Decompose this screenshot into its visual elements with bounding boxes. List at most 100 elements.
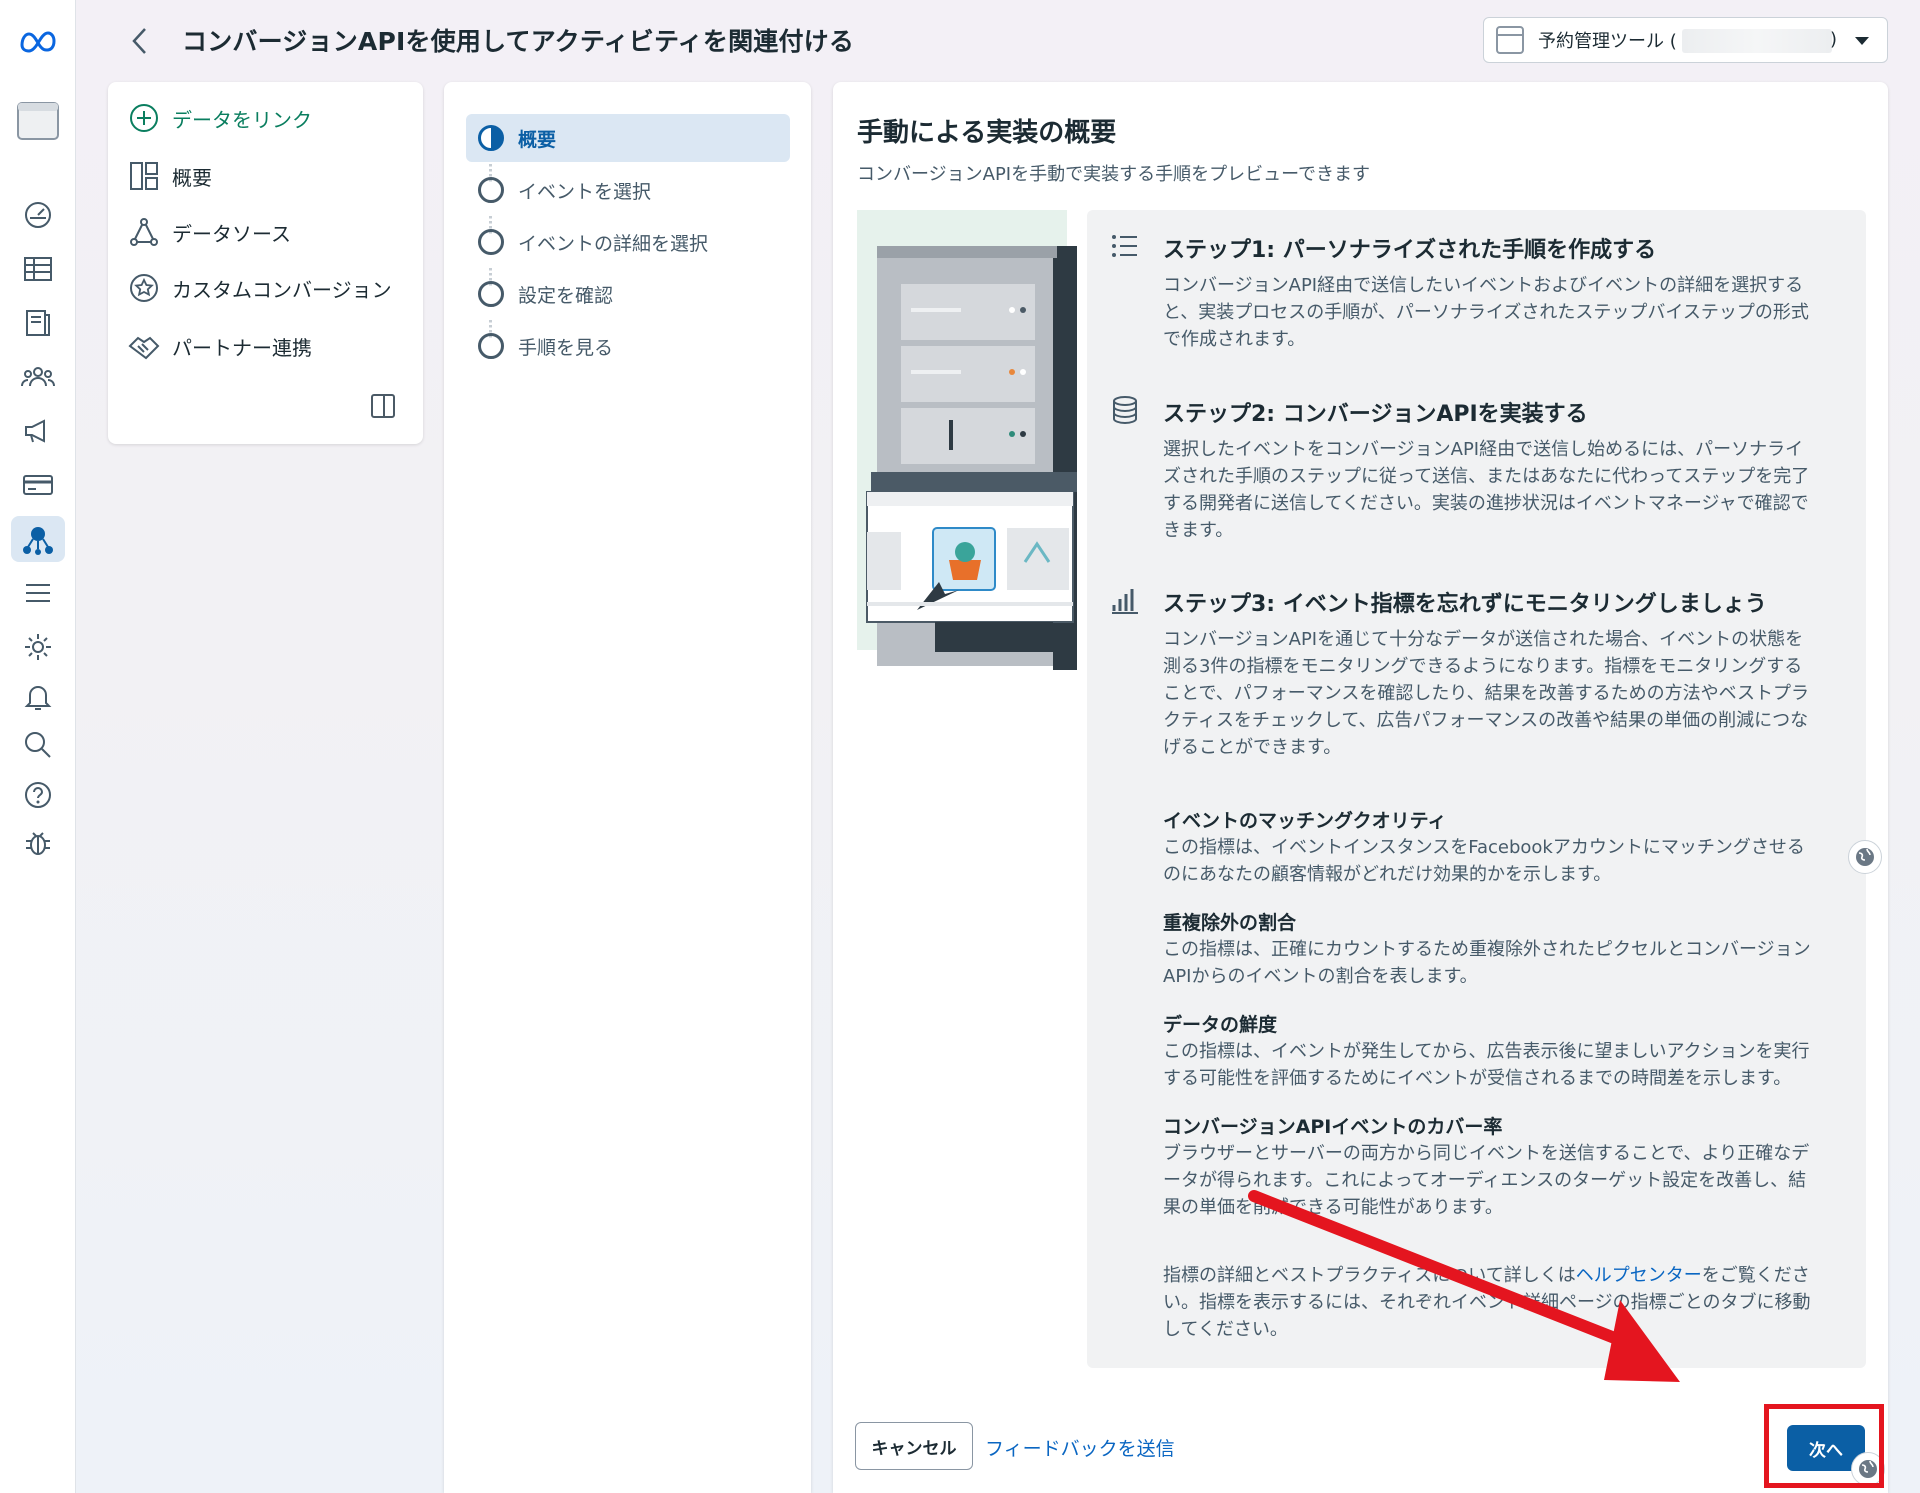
body-line: のにあなたの顧客情報がどれだけ効果的かを示します。 (1163, 864, 1612, 885)
body-line: きます。 (1163, 520, 1234, 541)
body-line: する開発者に送信してください。実装の進捗状況はイベントマネージャで確認で (1163, 493, 1809, 514)
step2-title: ステップ2: コンバージョンAPIを実装する (1163, 402, 1588, 427)
body-line: 選択したイベントをコンバージョンAPI経由で送信し始めるには、パーソナライ (1163, 439, 1804, 460)
metric-body: この指標は、イベントが発生してから、広告表示後に望ましいアクションを実行 する可… (1163, 1038, 1843, 1092)
step3-body: コンバージョンAPIを通じて十分なデータが送信された場合、イベントの状態を 測る… (1163, 626, 1843, 761)
layout-icon (128, 160, 160, 192)
audience-icon[interactable] (11, 354, 65, 400)
help-note-line: 指標の詳細とベストプラクティスについて詳しくはヘルプセンターをご覧くださ (1163, 1262, 1843, 1289)
star-circle-icon (128, 272, 160, 304)
body-line: この指標は、イベントが発生してから、広告表示後に望ましいアクションを実行 (1163, 1041, 1810, 1062)
cancel-button[interactable]: キャンセル (855, 1422, 973, 1470)
account-label: 予約管理ツール ( (1538, 31, 1677, 52)
billing-icon[interactable] (11, 462, 65, 508)
page-title: コンバージョンAPIを使用してアクティビティを関連付ける (182, 27, 855, 56)
network-icon (128, 216, 160, 248)
step-view-instructions[interactable]: 手順を見る (466, 322, 790, 370)
body-line: クティスをチェックして、広告パフォーマンスの改善や結果の単価の削減につな (1163, 710, 1809, 731)
nav-link-data[interactable]: データをリンク (128, 96, 312, 140)
help-center-link[interactable]: ヘルプセンター (1576, 1265, 1702, 1286)
help-note: 指標の詳細とベストプラクティスについて詳しくはヘルプセンターをご覧くださ い。指… (1163, 1262, 1843, 1343)
body-line: げることができます。 (1163, 737, 1342, 758)
account-selector[interactable]: 予約管理ツール ( ) (1483, 17, 1888, 63)
body-line: してください。 (1163, 1319, 1288, 1340)
meta-logo[interactable] (11, 18, 65, 64)
step-overview[interactable]: 概要 (466, 114, 790, 162)
events-manager-icon[interactable] (11, 516, 65, 562)
step-select-event-details[interactable]: イベントの詳細を選択 (466, 218, 790, 266)
highlight-box (1764, 1404, 1884, 1488)
body-line: い。指標を表示するには、それぞれイベント詳細ページの指標ごとのタブに移動 (1163, 1292, 1811, 1313)
wizard-steps: 概要 イベントを選択 イベントの詳細を選択 設定を確認 手順を見る (444, 82, 811, 1493)
bell-icon[interactable] (11, 674, 65, 720)
redacted-account-id (1682, 29, 1832, 53)
half-circle-icon (478, 125, 504, 151)
step-select-events[interactable]: イベントを選択 (466, 166, 790, 214)
nav-custom-conversions[interactable]: カスタムコンバージョン (128, 266, 392, 310)
feedback-link[interactable]: フィードバックを送信 (985, 1434, 1175, 1461)
chevron-down-icon (1855, 37, 1869, 45)
metric-title: コンバージョンAPIイベントのカバー率 (1163, 1116, 1503, 1138)
step2-body: 選択したイベントをコンバージョンAPI経由で送信し始めるには、パーソナライ ズさ… (1163, 436, 1843, 544)
app-window-icon[interactable] (11, 98, 65, 144)
metric-title: データの鮮度 (1163, 1014, 1278, 1036)
pages-icon[interactable] (11, 300, 65, 346)
metric-title: 重複除外の割合 (1163, 912, 1297, 934)
window-icon (1496, 26, 1524, 54)
step1-body: コンバージョンAPI経由で送信したいイベントおよびイベントの詳細を選択する と、… (1163, 272, 1843, 353)
dashboard-icon[interactable] (11, 192, 65, 238)
body-line: 果の単価を削減できる可能性があります。 (1163, 1197, 1503, 1218)
body-line: ータが得られます。これによってオーディエンスのターゲット設定を改善し、結 (1163, 1170, 1807, 1191)
step1-title: ステップ1: パーソナライズされた手順を作成する (1163, 238, 1657, 263)
data-source-nav: データをリンク 概要 データソース カスタムコンバージョン パートナー連携 (108, 82, 423, 444)
metric-body: この指標は、正確にカウントするため重複除外されたピクセルとコンバージョン API… (1163, 936, 1843, 990)
settings-icon[interactable] (11, 624, 65, 670)
globe-icon[interactable] (1848, 840, 1882, 874)
megaphone-icon[interactable] (11, 408, 65, 454)
body-line: コンバージョンAPI経由で送信したいイベントおよびイベントの詳細を選択する (1163, 275, 1804, 296)
list-icon (1112, 235, 1137, 257)
step-review-settings[interactable]: 設定を確認 (466, 270, 790, 318)
section-subtitle: コンバージョンAPIを手動で実装する手順をプレビューできます (857, 164, 1371, 185)
step-label: 設定を確認 (518, 284, 614, 307)
menu-icon[interactable] (11, 570, 65, 616)
step3-title: ステップ3: イベント指標を忘れずにモニタリングしましょう (1163, 592, 1767, 617)
nav-data-sources[interactable]: データソース (128, 210, 291, 254)
circle-icon (478, 229, 504, 255)
circle-icon (478, 281, 504, 307)
nav-partner-label: パートナー連携 (172, 335, 312, 360)
account-paren: ) (1830, 29, 1838, 50)
bug-icon[interactable] (11, 820, 65, 866)
circle-icon (478, 333, 504, 359)
metric-body: この指標は、イベントインスタンスをFacebookアカウントにマッチングさせる … (1163, 834, 1843, 888)
back-button[interactable] (124, 24, 154, 58)
help-icon[interactable] (11, 772, 65, 818)
body-line: APIからのイベントの割合を表します。 (1163, 966, 1478, 987)
table-icon[interactable] (11, 246, 65, 292)
handshake-icon (128, 330, 160, 362)
body-line: と、実装プロセスの手順が、パーソナライズされたステップバイステップの形式 (1163, 302, 1809, 323)
metric-title: イベントのマッチングクオリティ (1163, 810, 1447, 832)
step-label: 手順を見る (518, 336, 614, 359)
nav-partner[interactable]: パートナー連携 (128, 324, 312, 368)
server-illustration (857, 210, 1077, 670)
body-line: 測る3件の指標をモニタリングできるようになります。指標をモニタリングする (1163, 656, 1803, 677)
nav-link-data-label: データをリンク (172, 107, 312, 132)
body-line: ズされた手順のステップに従って送信、またはあなたに代わってステップを完了 (1163, 466, 1810, 487)
chevron-left-icon (132, 28, 146, 54)
collapse-panel-icon[interactable] (371, 394, 395, 418)
nav-overview[interactable]: 概要 (128, 154, 212, 198)
body-line: で作成されます。 (1163, 329, 1306, 350)
bar-chart-icon (1112, 589, 1138, 614)
step-label: 概要 (518, 128, 557, 151)
search-icon[interactable] (11, 722, 65, 768)
body-line: コンバージョンAPIを通じて十分なデータが送信された場合、イベントの状態を (1163, 629, 1804, 650)
help-note-text: 指標の詳細とベストプラクティスについて詳しくは (1163, 1265, 1576, 1286)
database-icon (1113, 396, 1137, 424)
body-line: ブラウザーとサーバーの両方から同じイベントを送信することで、より正確なデ (1163, 1143, 1810, 1164)
nav-custom-conversions-label: カスタムコンバージョン (172, 277, 392, 302)
step-label: イベントを選択 (518, 180, 652, 203)
add-circle-icon (128, 102, 160, 134)
nav-overview-label: 概要 (172, 165, 212, 190)
body-line: する可能性を評価するためにイベントが受信されるまでの時間差を示します。 (1163, 1068, 1792, 1089)
